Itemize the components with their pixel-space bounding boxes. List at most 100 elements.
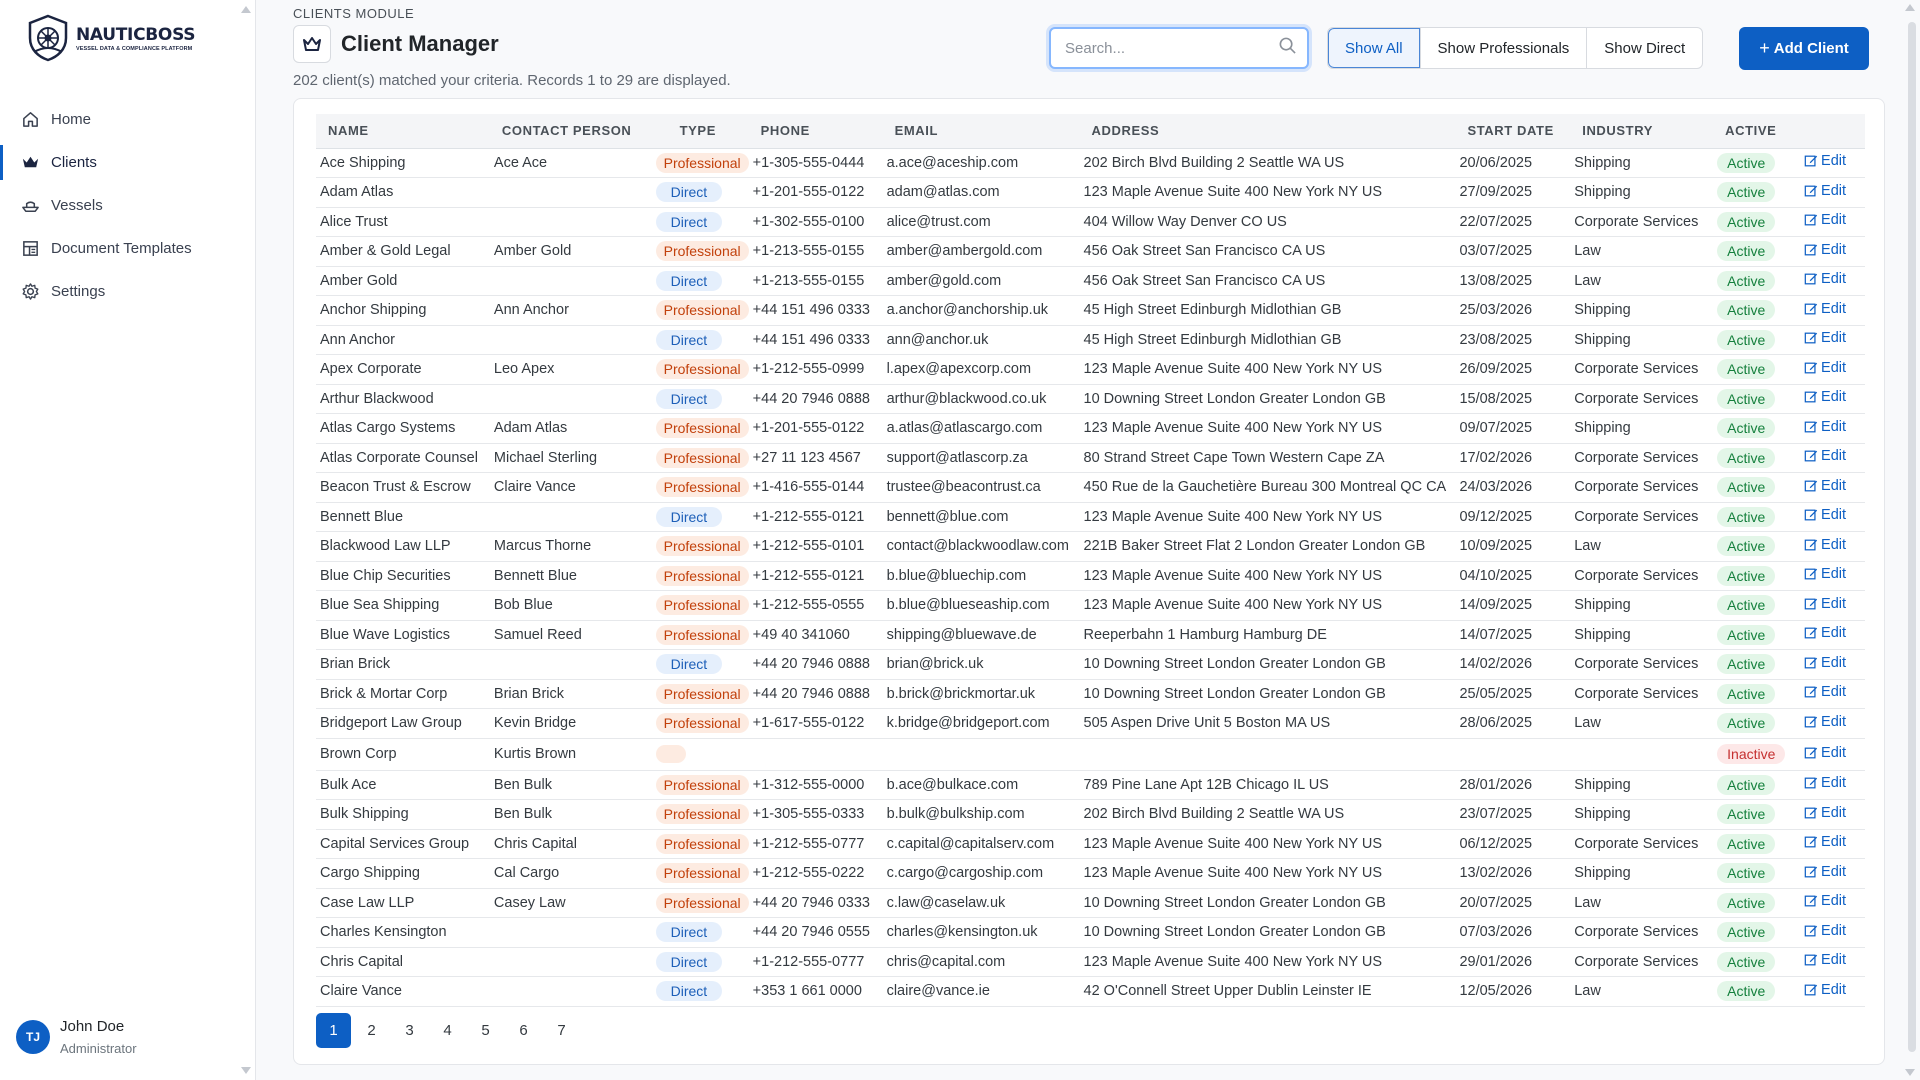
- page-button[interactable]: 4: [430, 1013, 465, 1048]
- edit-button[interactable]: Edit: [1804, 834, 1846, 850]
- table-row[interactable]: Arthur Blackwood Direct +44 20 7946 0888 ar…: [316, 384, 1865, 414]
- edit-button[interactable]: Edit: [1804, 183, 1846, 199]
- show-professionals-button[interactable]: Show Professionals: [1419, 28, 1587, 68]
- edit-button[interactable]: Edit: [1804, 745, 1846, 761]
- edit-button[interactable]: Edit: [1804, 625, 1846, 641]
- table-row[interactable]: Apex Corporate Leo Apex Professional +1-212…: [316, 354, 1865, 385]
- table-row[interactable]: Atlas Cargo Systems Adam Atlas Professiona…: [316, 413, 1865, 444]
- client-type-badge: Direct: [655, 388, 723, 409]
- edit-button[interactable]: Edit: [1804, 389, 1846, 405]
- add-client-button[interactable]: + Add Client: [1739, 27, 1869, 70]
- table-row[interactable]: Bulk Ace Ben Bulk Professional +1-312-555-0…: [316, 770, 1865, 800]
- sidebar-item-vessels[interactable]: Vessels: [0, 184, 255, 227]
- table-row[interactable]: Brian Brick Direct +44 20 7946 0888 brian@b…: [316, 649, 1865, 680]
- column-header-active[interactable]: ACTIVE: [1713, 114, 1801, 149]
- sidebar-scroll-down-arrow[interactable]: [241, 1067, 251, 1074]
- brand-logo[interactable]: NAUTICBOSS VESSEL DATA & COMPLIANCE PLAT…: [26, 14, 196, 62]
- column-header-phone[interactable]: PHONE: [748, 114, 883, 149]
- client-name: Brian Brick: [316, 649, 490, 680]
- edit-button[interactable]: Edit: [1804, 566, 1846, 582]
- page-button[interactable]: 3: [392, 1013, 427, 1048]
- page-button[interactable]: 7: [544, 1013, 579, 1048]
- table-row[interactable]: Amber & Gold Legal Amber Gold Professional…: [316, 236, 1865, 267]
- sidebar-scroll-up-arrow[interactable]: [241, 6, 251, 13]
- edit-button[interactable]: Edit: [1804, 952, 1846, 968]
- sidebar-item-document-templates[interactable]: Document Templates: [0, 227, 255, 270]
- edit-button[interactable]: Edit: [1804, 448, 1846, 464]
- page-button[interactable]: 2: [354, 1013, 389, 1048]
- main-scroll-up-arrow[interactable]: [1905, 4, 1915, 11]
- edit-button[interactable]: Edit: [1804, 212, 1846, 228]
- edit-button[interactable]: Edit: [1804, 537, 1846, 553]
- main-scroll-down-arrow[interactable]: [1905, 1069, 1915, 1076]
- edit-button[interactable]: Edit: [1804, 864, 1846, 880]
- column-header-contact[interactable]: CONTACT PERSON: [489, 114, 652, 149]
- page-button[interactable]: 1: [316, 1013, 351, 1048]
- sidebar-item-settings[interactable]: Settings: [0, 270, 255, 313]
- table-row[interactable]: Brown Corp Kurtis Brown Inactive Edit: [316, 738, 1865, 771]
- edit-button[interactable]: Edit: [1804, 655, 1846, 671]
- edit-button[interactable]: Edit: [1804, 805, 1846, 821]
- actions-cell: Edit: [1800, 207, 1865, 237]
- user-profile[interactable]: TJ John Doe Administrator: [16, 1018, 137, 1056]
- column-header-email[interactable]: EMAIL: [882, 114, 1080, 149]
- show-direct-button[interactable]: Show Direct: [1586, 28, 1702, 68]
- table-row[interactable]: Case Law LLP Casey Law Professional +44 20 …: [316, 888, 1865, 918]
- page-button[interactable]: 5: [468, 1013, 503, 1048]
- edit-button[interactable]: Edit: [1804, 775, 1846, 791]
- table-row[interactable]: Claire Vance Direct +353 1 661 0000 claire@…: [316, 976, 1865, 1007]
- search-input[interactable]: [1065, 39, 1278, 57]
- sidebar-item-home[interactable]: Home: [0, 98, 255, 141]
- page-button[interactable]: 6: [506, 1013, 541, 1048]
- edit-button[interactable]: Edit: [1804, 419, 1846, 435]
- table-row[interactable]: Charles Kensington Direct +44 20 7946 0555…: [316, 917, 1865, 948]
- table-row[interactable]: Atlas Corporate Counsel Michael Sterling P…: [316, 443, 1865, 473]
- table-row[interactable]: Beacon Trust & Escrow Claire Vance Profess…: [316, 472, 1865, 503]
- edit-button[interactable]: Edit: [1804, 153, 1846, 169]
- table-row[interactable]: Ace Shipping Ace Ace Professional +1-305-55…: [316, 148, 1865, 178]
- column-header-address[interactable]: ADDRESS: [1079, 114, 1456, 149]
- table-row[interactable]: Blue Wave Logistics Samuel Reed Profession…: [316, 620, 1865, 650]
- table-row[interactable]: Bridgeport Law Group Kevin Bridge Professi…: [316, 708, 1865, 739]
- edit-button[interactable]: Edit: [1804, 684, 1846, 700]
- edit-button[interactable]: Edit: [1804, 301, 1846, 317]
- address: 221B Baker Street Flat 2 London Greater …: [1079, 531, 1456, 562]
- edit-button[interactable]: Edit: [1804, 507, 1846, 523]
- search-icon[interactable]: [1278, 36, 1297, 60]
- edit-button[interactable]: Edit: [1804, 478, 1846, 494]
- column-header-start-date[interactable]: START DATE: [1455, 114, 1571, 149]
- table-row[interactable]: Bennett Blue Direct +1-212-555-0121 bennett…: [316, 502, 1865, 532]
- column-header-name[interactable]: NAME: [316, 114, 490, 149]
- sidebar-item-clients[interactable]: Clients: [0, 141, 255, 184]
- edit-button[interactable]: Edit: [1804, 242, 1846, 258]
- main-scrollbar[interactable]: [1908, 22, 1916, 1052]
- edit-button[interactable]: Edit: [1804, 893, 1846, 909]
- edit-button[interactable]: Edit: [1804, 982, 1846, 998]
- edit-button[interactable]: Edit: [1804, 271, 1846, 287]
- column-header-type[interactable]: TYPE: [651, 114, 749, 149]
- client-type-badge: Professional: [655, 447, 749, 468]
- show-all-button[interactable]: Show All: [1328, 28, 1420, 68]
- table-row[interactable]: Capital Services Group Chris Capital Profe…: [316, 829, 1865, 859]
- table-row[interactable]: Anchor Shipping Ann Anchor Professional +44…: [316, 295, 1865, 326]
- column-header-industry[interactable]: INDUSTRY: [1570, 114, 1714, 149]
- edit-button[interactable]: Edit: [1804, 714, 1846, 730]
- table-row[interactable]: Ann Anchor Direct +44 151 496 0333 ann@anch…: [316, 325, 1865, 355]
- table-row[interactable]: Cargo Shipping Cal Cargo Professional +1-21…: [316, 858, 1865, 889]
- table-row[interactable]: Adam Atlas Direct +1-201-555-0122 adam@atla…: [316, 177, 1865, 208]
- edit-button[interactable]: Edit: [1804, 923, 1846, 939]
- search-box[interactable]: [1049, 27, 1309, 69]
- table-row[interactable]: Amber Gold Direct +1-213-555-0155 amber@gol…: [316, 266, 1865, 296]
- edit-button[interactable]: Edit: [1804, 360, 1846, 376]
- table-row[interactable]: Blackwood Law LLP Marcus Thorne Profession…: [316, 531, 1865, 562]
- table-row[interactable]: Alice Trust Direct +1-302-555-0100 alice@tr…: [316, 207, 1865, 237]
- table-row[interactable]: Bulk Shipping Ben Bulk Professional +1-305-…: [316, 799, 1865, 830]
- industry: Corporate Services: [1570, 947, 1714, 977]
- table-row[interactable]: Blue Sea Shipping Bob Blue Professional +1-…: [316, 590, 1865, 621]
- table-row[interactable]: Chris Capital Direct +1-212-555-0777 chris@…: [316, 947, 1865, 977]
- table-row[interactable]: Brick & Mortar Corp Brian Brick Profession…: [316, 679, 1865, 709]
- edit-button[interactable]: Edit: [1804, 330, 1846, 346]
- edit-button[interactable]: Edit: [1804, 596, 1846, 612]
- table-row[interactable]: Blue Chip Securities Bennett Blue Professi…: [316, 561, 1865, 591]
- scrollbar-thumb[interactable]: [1908, 22, 1916, 1052]
